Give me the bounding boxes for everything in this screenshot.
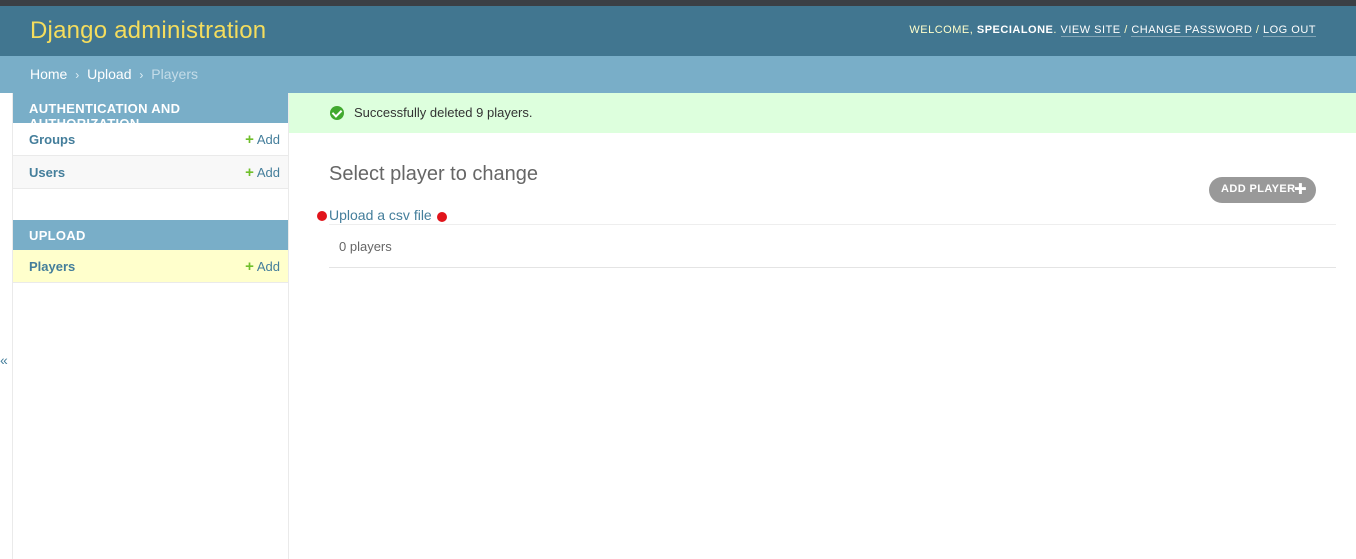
module-caption-upload[interactable]: Upload <box>13 220 288 250</box>
sidebar-item-label[interactable]: Users <box>29 165 65 180</box>
plus-icon: + <box>245 258 254 275</box>
change-password-link[interactable]: CHANGE PASSWORD <box>1131 24 1253 37</box>
separator: / <box>1255 24 1260 36</box>
breadcrumb-upload[interactable]: Upload <box>87 66 131 82</box>
breadcrumb-separator: › <box>139 68 144 82</box>
breadcrumb-current: Players <box>151 66 198 82</box>
plus-icon: ✚ <box>1294 181 1307 198</box>
sidebar-item-label[interactable]: Players <box>29 259 75 274</box>
annotation-dot <box>437 212 447 222</box>
add-label: Add <box>256 165 280 180</box>
header: Django administration WELCOME, SPECIALON… <box>0 6 1356 56</box>
result-count: 0 players <box>339 239 392 254</box>
breadcrumb-home[interactable]: Home <box>30 66 67 82</box>
sidebar-item-users: Users + Add <box>13 156 288 189</box>
add-player-label: ADD PLAYER <box>1221 183 1296 195</box>
add-label: Add <box>256 259 280 274</box>
username: SPECIALONE <box>976 24 1054 36</box>
plus-icon: + <box>245 164 254 181</box>
sidebar-item-label[interactable]: Groups <box>29 132 75 147</box>
add-player-button[interactable]: ADD PLAYER ✚ <box>1209 177 1316 203</box>
add-group-link[interactable]: + Add <box>245 131 280 148</box>
add-user-link[interactable]: + Add <box>245 164 280 181</box>
annotation-dot <box>317 211 327 221</box>
sidebar-nav: Authentication and Authorization Groups … <box>12 93 289 559</box>
separator: / <box>1124 24 1128 36</box>
message-text: Successfully deleted 9 players. <box>354 105 533 120</box>
sidebar-item-groups: Groups + Add <box>13 123 288 156</box>
plus-icon: + <box>245 131 254 148</box>
sidebar-item-players: Players + Add <box>13 250 288 283</box>
view-site-link[interactable]: VIEW SITE <box>1060 24 1121 37</box>
welcome-text: WELCOME, <box>909 24 974 36</box>
breadcrumb-separator: › <box>75 68 80 82</box>
user-tools: WELCOME, SPECIALONE. VIEW SITE / CHANGE … <box>909 24 1316 37</box>
site-brand[interactable]: Django administration <box>30 17 266 45</box>
module-spacer <box>13 189 288 220</box>
log-out-link[interactable]: LOG OUT <box>1262 24 1316 37</box>
success-message: Successfully deleted 9 players. <box>289 93 1356 133</box>
add-player-link[interactable]: + Add <box>245 258 280 275</box>
success-check-icon <box>330 106 344 120</box>
toggle-sidebar-button[interactable]: « <box>0 352 8 368</box>
add-label: Add <box>256 132 280 147</box>
result-list: 0 players <box>329 224 1336 268</box>
page-title: Select player to change <box>329 163 539 185</box>
upload-csv-link[interactable]: Upload a csv file <box>329 207 432 223</box>
breadcrumb: Home › Upload › Players <box>0 56 1356 93</box>
module-caption-auth[interactable]: Authentication and Authorization <box>13 93 288 131</box>
